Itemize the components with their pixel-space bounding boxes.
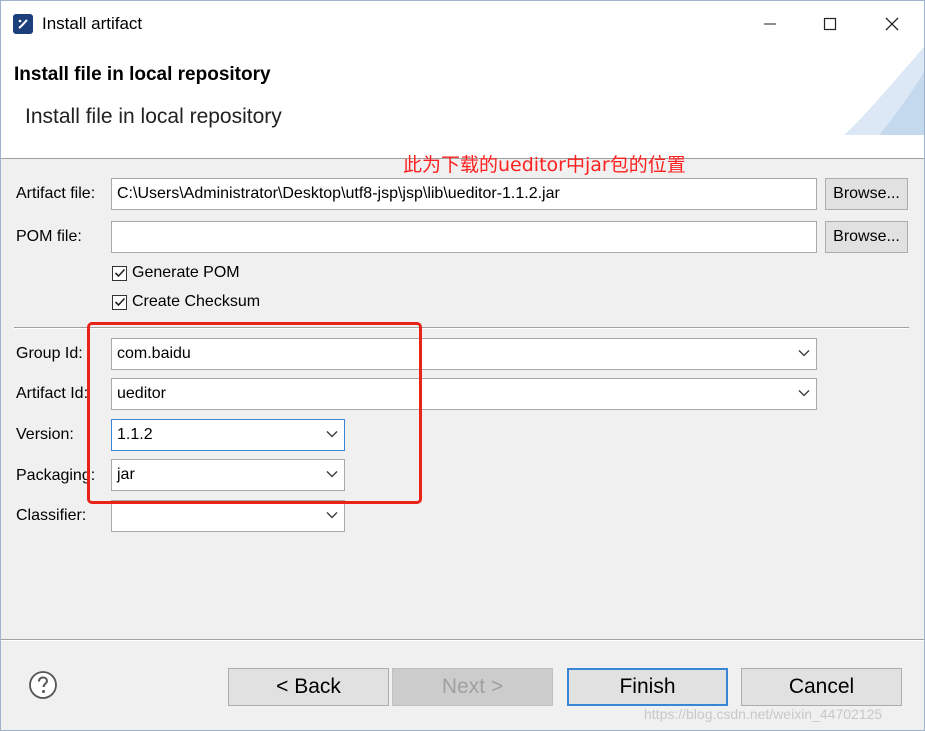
maximize-icon [823,17,837,31]
header-title: Install file in local repository [14,64,271,85]
header-subtitle: Install file in local repository [25,105,282,128]
packaging-label: Packaging: [16,467,96,484]
create-checksum-checkbox[interactable] [112,294,127,310]
version-combo[interactable]: 1.1.2 [111,419,345,451]
checkmark-icon [114,268,125,278]
back-button[interactable]: < Back [228,668,389,706]
watermark: https://blog.csdn.net/weixin_44702125 [644,706,883,722]
annotation-note: 此为下载的ueditor中jar包的位置 [403,154,686,176]
form-separator [14,327,909,329]
artifact-id-value: ueditor [117,385,166,402]
cancel-button[interactable]: Cancel [741,668,902,706]
generate-pom-label: Generate POM [132,264,240,281]
group-id-combo[interactable]: com.baidu [111,338,817,370]
version-label: Version: [16,426,74,443]
pom-file-input[interactable] [111,221,817,253]
generate-pom-checkbox[interactable] [112,265,127,281]
group-id-value: com.baidu [117,345,191,362]
artifact-id-label: Artifact Id: [16,385,89,402]
artifact-file-browse-button[interactable]: Browse... [825,178,908,210]
eclipse-icon [13,14,33,34]
pom-file-label: POM file: [16,228,82,245]
packaging-value: jar [117,466,135,483]
close-button[interactable] [869,9,915,39]
install-artifact-dialog: Install artifact Install file in local r… [0,0,925,731]
packaging-combo[interactable]: jar [111,459,345,491]
minimize-button[interactable] [747,9,793,39]
artifact-file-input[interactable]: C:\Users\Administrator\Desktop\utf8-jsp\… [111,178,817,210]
finish-button[interactable]: Finish [567,668,728,706]
chevron-down-icon[interactable] [798,347,810,359]
wizard-header: Install file in local repository Install… [1,47,924,159]
title-bar: Install artifact [1,1,924,47]
version-value: 1.1.2 [117,426,153,443]
generate-pom-checkbox-row[interactable]: Generate POM [112,264,240,282]
checkmark-icon [114,297,125,307]
artifact-id-combo[interactable]: ueditor [111,378,817,410]
pom-file-browse-button[interactable]: Browse... [825,221,908,253]
header-decoration-icon [844,47,924,135]
chevron-down-icon[interactable] [326,468,338,480]
classifier-combo[interactable] [111,500,345,532]
minimize-icon [764,23,776,25]
chevron-down-icon[interactable] [326,509,338,521]
maximize-button[interactable] [807,9,853,39]
group-id-label: Group Id: [16,345,83,362]
classifier-label: Classifier: [16,507,87,524]
window-title: Install artifact [42,14,143,33]
footer-separator [1,639,924,641]
next-button[interactable]: Next > [392,668,553,706]
help-icon[interactable] [28,670,58,700]
chevron-down-icon[interactable] [326,428,338,440]
chevron-down-icon[interactable] [798,387,810,399]
close-icon [885,17,899,31]
create-checksum-label: Create Checksum [132,293,261,310]
create-checksum-checkbox-row[interactable]: Create Checksum [112,293,260,311]
artifact-file-label: Artifact file: [16,185,96,202]
